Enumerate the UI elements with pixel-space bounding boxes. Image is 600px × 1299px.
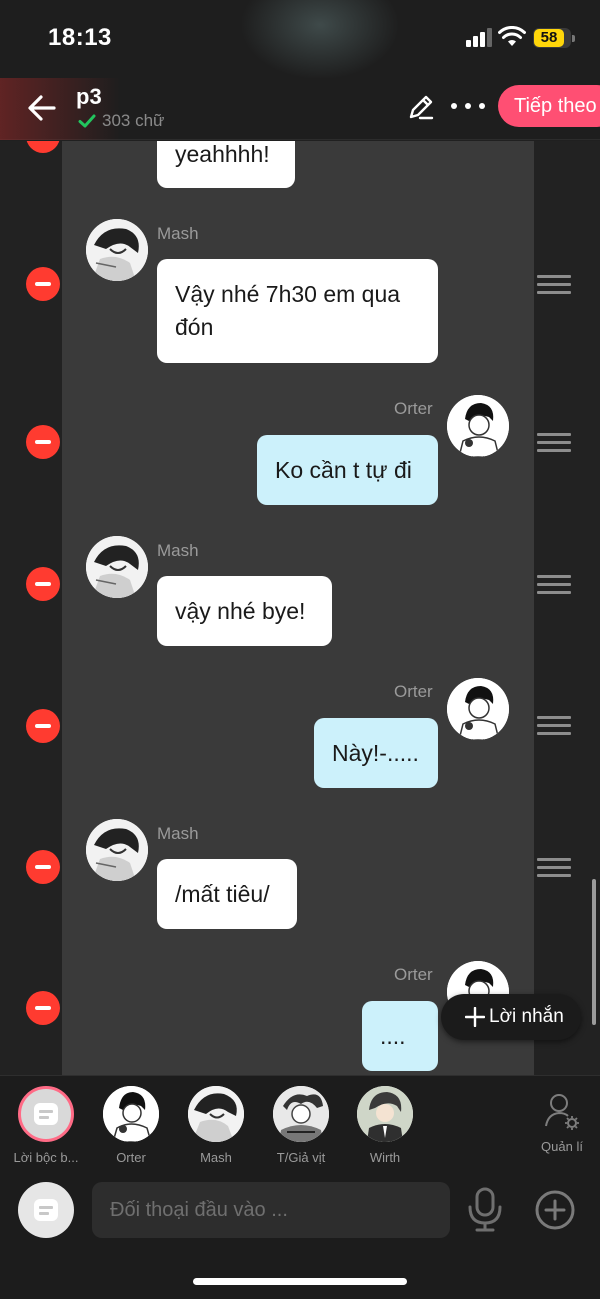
message-bubble[interactable]: yeahhhh! [157,141,295,188]
microphone-icon[interactable] [466,1187,504,1233]
character-selector: Lời bộc b... Orter Mash T/Giả vịt Wirth … [0,1075,600,1171]
scrollbar[interactable] [592,879,596,1025]
drag-handle-icon[interactable] [537,433,571,453]
manage-label: Quản lí [541,1139,583,1154]
avatar-mash [86,536,148,598]
avatar-mash [86,819,148,881]
message-text: /mất tiêu/ [175,881,270,907]
sender-name: Orter [394,682,433,701]
avatar-orter [447,678,509,740]
camera-glow [240,0,400,80]
avatar-orter [103,1086,159,1142]
home-indicator [193,1278,407,1285]
character-mash[interactable]: Mash [176,1086,256,1165]
dialogue-input[interactable] [92,1182,450,1238]
character-name: Wirth [369,1150,401,1165]
message-bubble[interactable]: Vậy nhé 7h30 em qua đón [157,259,438,363]
manage-characters-button[interactable]: Quản lí [536,1092,588,1154]
delete-message-button[interactable] [26,991,60,1025]
character-name: Orter [116,1150,146,1165]
avatar-mash [188,1086,244,1142]
drag-handle-icon[interactable] [537,858,571,878]
cellular-signal-icon [466,28,492,47]
word-count: 303 chữ [78,111,164,131]
sender-name: Orter [394,965,433,984]
page-title: p3 [76,84,102,109]
back-arrow-icon[interactable] [24,90,60,126]
next-button[interactable]: Tiếp theo [498,85,600,127]
message-bubble[interactable]: Ko cần t tự đi [257,435,438,505]
delete-message-button[interactable] [26,850,60,884]
message-text: Vậy nhé 7h30 em qua đón [175,281,401,340]
user-settings-icon [545,1094,579,1130]
wifi-icon [498,26,526,46]
battery-icon: 58 [533,28,575,48]
message-bubble[interactable]: Này!-..... [314,718,438,788]
add-message-button[interactable]: Lời nhắn [441,994,581,1040]
character-t-gia-vit[interactable]: T/Giả vịt [261,1086,341,1165]
avatar-t-gia-vit [273,1086,329,1142]
character-name: T/Giả vịt [276,1150,326,1165]
sender-name: Orter [394,399,433,418]
message-bubble[interactable]: /mất tiêu/ [157,859,297,929]
message-bubble[interactable]: vậy nhé bye! [157,576,332,646]
plus-icon [465,1007,485,1027]
character-orter[interactable]: Orter [91,1086,171,1165]
delete-message-button[interactable] [26,141,60,153]
check-icon [78,114,96,128]
character-wirth[interactable]: Wirth [345,1086,425,1165]
message-text: Ko cần t tự đi [275,457,412,483]
narration-icon [18,1086,74,1142]
battery-level: 58 [540,29,558,46]
avatar-wirth [357,1086,413,1142]
word-count-text: 303 chữ [102,111,165,130]
delete-message-button[interactable] [26,267,60,301]
message-bubble[interactable]: .... [362,1001,438,1071]
add-circle-icon[interactable] [534,1189,576,1231]
character-narration[interactable]: Lời bộc b... [6,1086,86,1165]
narration-icon [34,1199,58,1221]
add-message-label: Lời nhắn [489,1006,564,1027]
status-time: 18:13 [48,24,112,51]
message-text: yeahhhh! [175,141,270,167]
delete-message-button[interactable] [26,709,60,743]
drag-handle-icon[interactable] [537,575,571,595]
delete-message-button[interactable] [26,567,60,601]
input-bar [0,1171,600,1299]
narration-toggle-button[interactable] [18,1182,74,1238]
avatar-mash [86,219,148,281]
sender-name: Mash [157,224,199,243]
delete-message-button[interactable] [26,425,60,459]
avatar-orter [447,395,509,457]
character-name: Lời bộc b... [13,1150,79,1165]
pencil-icon[interactable] [406,92,436,122]
sender-name: Mash [157,824,199,843]
drag-handle-icon[interactable] [537,716,571,736]
message-text: vậy nhé bye! [175,598,306,624]
character-name: Mash [200,1150,232,1165]
story-header: p3 303 chữ Tiếp theo [0,78,600,140]
chat-editor: yeahhhh! Mash Vậy nhé 7h30 em qua đón Or… [0,141,600,1075]
more-options-button[interactable] [449,96,487,116]
drag-handle-icon[interactable] [537,275,571,295]
message-text: .... [380,1023,406,1049]
status-bar: 18:13 58 [0,0,600,80]
message-text: Này!-..... [332,740,419,766]
sender-name: Mash [157,541,199,560]
